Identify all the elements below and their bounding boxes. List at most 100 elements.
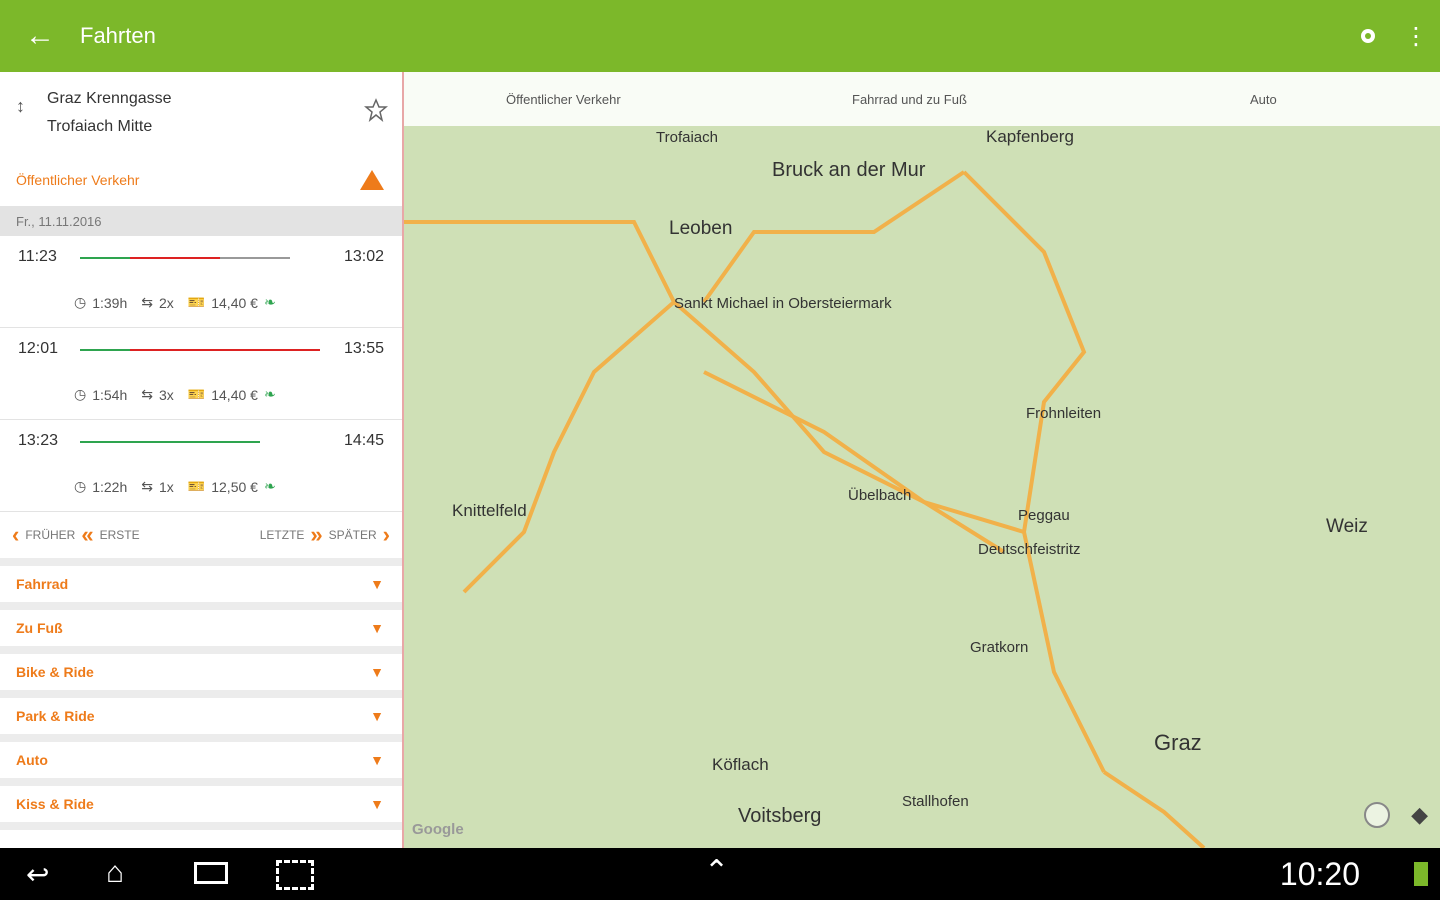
- app-bar: ← Fahrten ⋮: [0, 0, 1440, 72]
- mode-label: Auto: [16, 752, 48, 768]
- departure-time: 13:23: [18, 432, 59, 449]
- map-tabs: Öffentlicher Verkehr Fahrrad und zu Fuß …: [404, 72, 1440, 126]
- mode-label: Bike & Ride: [16, 664, 94, 680]
- expand-triangle-icon: ▼: [370, 664, 384, 680]
- mode-label: Fahrrad: [16, 576, 69, 592]
- system-nav-bar: ↩ ⌂ ⌃ 10:20: [0, 848, 1440, 900]
- expand-triangle-icon: ▼: [370, 576, 384, 592]
- last-button[interactable]: LETZTE: [260, 528, 305, 542]
- changes: 2x: [159, 294, 174, 311]
- google-logo: Google: [412, 821, 464, 838]
- date-row: Fr., 11.11.2016: [0, 206, 402, 236]
- price: 12,50 €: [211, 478, 258, 495]
- map-place-label: Übelbach: [848, 486, 911, 504]
- map-place-label: Frohnleiten: [1026, 405, 1101, 422]
- price: 14,40 €: [211, 294, 258, 311]
- nav-back-icon[interactable]: ↩: [26, 858, 49, 891]
- more-button[interactable]: ⋮: [1392, 0, 1440, 72]
- trip-timeline: [80, 257, 290, 259]
- expand-triangle-icon: ▼: [370, 796, 384, 812]
- changes-icon: ⇆: [141, 478, 153, 494]
- changes: 3x: [159, 386, 174, 403]
- back-button[interactable]: ←: [0, 0, 80, 72]
- expand-triangle-icon: ▼: [370, 752, 384, 768]
- battery-icon: [1414, 862, 1428, 886]
- first-button[interactable]: ERSTE: [100, 528, 140, 542]
- expand-triangle-icon: ▼: [370, 620, 384, 636]
- mode-row[interactable]: Kiss & Ride ▼: [0, 786, 402, 830]
- arrow-left-icon: ←: [25, 19, 55, 52]
- map-place-label: Voitsberg: [738, 805, 821, 827]
- clock-icon: ◷: [74, 386, 87, 402]
- tab-car[interactable]: Auto: [1250, 92, 1277, 107]
- ticket-icon: 🎫: [187, 478, 206, 494]
- last-double-chevron-icon[interactable]: »: [310, 522, 322, 548]
- nav-up-chevron-icon[interactable]: ⌃: [704, 854, 729, 889]
- map-place-label: Köflach: [712, 755, 769, 774]
- map-background: [404, 72, 1440, 848]
- map-place-label: Bruck an der Mur: [772, 159, 926, 181]
- trip-row[interactable]: 12:01 13:55 ◷ 1:54h ⇆ 3x 🎫 14,40 € ❧: [0, 328, 402, 420]
- later-button[interactable]: SPÄTER: [329, 528, 377, 542]
- map-place-label: Knittelfeld: [452, 501, 527, 520]
- nav-recents-icon[interactable]: [194, 862, 228, 884]
- map-place-label: Kapfenberg: [986, 127, 1074, 146]
- price: 14,40 €: [211, 386, 258, 403]
- collapse-triangle-icon: [360, 170, 384, 190]
- clock-icon: ◷: [74, 478, 87, 494]
- page-title: Fahrten: [80, 23, 156, 48]
- trip-timeline: [80, 349, 320, 351]
- route-summary: ↕ Graz Krenngasse Trofaiach Mitte: [0, 72, 402, 154]
- swap-icon[interactable]: ↕: [16, 96, 25, 117]
- mode-row[interactable]: Bike & Ride ▼: [0, 654, 402, 698]
- eco-leaf-icon: ❧: [263, 478, 276, 494]
- mode-row[interactable]: Fahrrad ▼: [0, 566, 402, 610]
- status-time: 10:20: [1279, 856, 1360, 892]
- favorite-star-icon[interactable]: [363, 98, 389, 127]
- transit-section-header[interactable]: Öffentlicher Verkehr: [0, 154, 402, 206]
- nav-screenshot-icon[interactable]: [276, 860, 314, 890]
- map-place-label: Trofaiach: [656, 129, 718, 146]
- ticket-icon: 🎫: [187, 294, 206, 310]
- gear-icon: [1361, 29, 1375, 43]
- changes-icon: ⇆: [141, 294, 153, 310]
- my-location-icon[interactable]: [1364, 802, 1390, 828]
- mode-row[interactable]: Zu Fuß ▼: [0, 610, 402, 654]
- map-place-label: Gratkorn: [970, 639, 1028, 656]
- trip-timeline: [80, 441, 260, 443]
- arrival-time: 13:02: [343, 248, 384, 265]
- changes-icon: ⇆: [141, 386, 153, 402]
- nav-home-icon[interactable]: ⌂: [106, 856, 124, 890]
- map-place-label: Weiz: [1326, 516, 1368, 537]
- clock-icon: ◷: [74, 294, 87, 310]
- map-place-label: Stallhofen: [902, 793, 969, 810]
- mode-label: Kiss & Ride: [16, 796, 94, 812]
- settings-button[interactable]: [1344, 0, 1392, 72]
- eco-leaf-icon: ❧: [263, 294, 276, 310]
- departure-time: 12:01: [18, 340, 59, 357]
- earlier-button[interactable]: FRÜHER: [25, 528, 75, 542]
- expand-triangle-icon: ▼: [370, 708, 384, 724]
- trip-row[interactable]: 11:23 13:02 ◷ 1:39h ⇆ 2x 🎫 14,40 € ❧: [0, 236, 402, 328]
- arrival-time: 14:45: [343, 432, 384, 449]
- later-chevron-icon[interactable]: ›: [383, 522, 390, 548]
- arrival-time: 13:55: [343, 340, 384, 357]
- more-vert-icon: ⋮: [1404, 22, 1428, 50]
- map-place-label: Sankt Michael in Obersteiermark: [674, 295, 892, 312]
- tab-transit[interactable]: Öffentlicher Verkehr: [506, 92, 621, 107]
- map-place-label: Peggau: [1018, 507, 1070, 524]
- route-from: Graz Krenngasse: [47, 90, 172, 107]
- tab-bike-walk[interactable]: Fahrrad und zu Fuß: [852, 92, 967, 107]
- mode-row[interactable]: Park & Ride ▼: [0, 698, 402, 742]
- duration: 1:39h: [92, 294, 128, 311]
- map-view[interactable]: Öffentlicher Verkehr Fahrrad und zu Fuß …: [404, 72, 1440, 848]
- first-double-chevron-icon[interactable]: «: [81, 522, 93, 548]
- eco-leaf-icon: ❧: [263, 386, 276, 402]
- earlier-chevron-icon[interactable]: ‹: [12, 522, 19, 548]
- pager: ‹ FRÜHER « ERSTE LETZTE » SPÄTER ›: [0, 512, 402, 558]
- trip-row[interactable]: 13:23 14:45 ◷ 1:22h ⇆ 1x 🎫 12,50 € ❧: [0, 420, 402, 512]
- layers-icon[interactable]: ◆: [1411, 802, 1428, 828]
- results-panel: ↕ Graz Krenngasse Trofaiach Mitte Öffent…: [0, 72, 404, 848]
- map-place-label: Leoben: [669, 218, 732, 239]
- mode-row[interactable]: Auto ▼: [0, 742, 402, 786]
